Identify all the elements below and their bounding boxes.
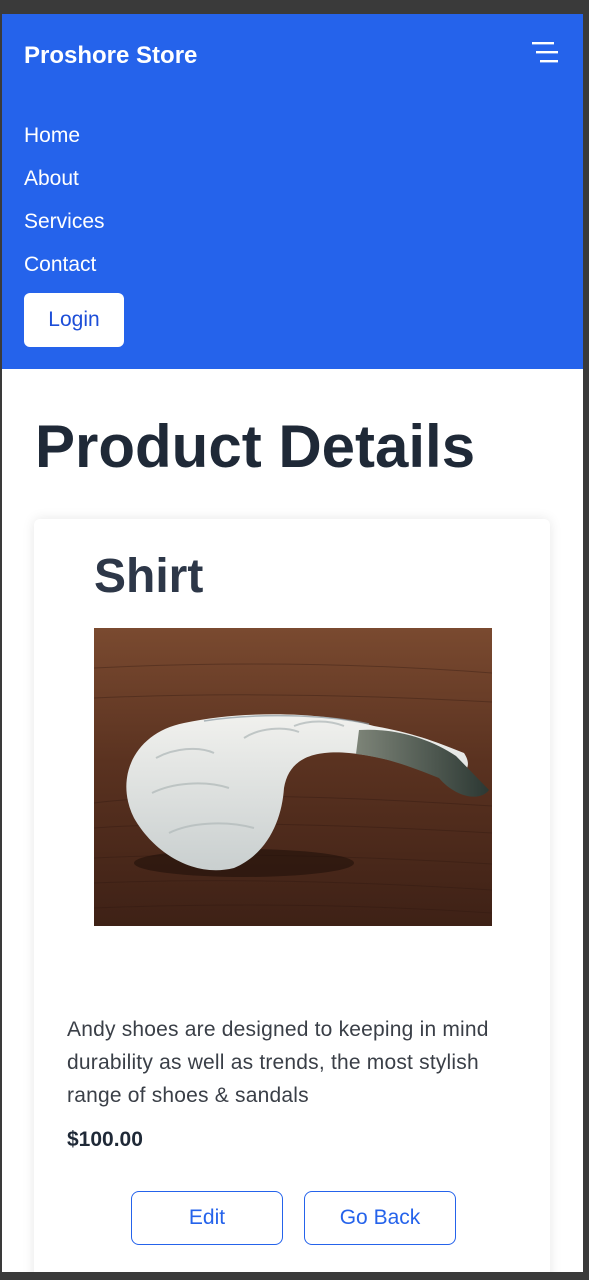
nav-link-about[interactable]: About [24,167,79,191]
product-card: Shirt Andy shoes are designed to keeping… [34,519,550,1272]
product-name: Shirt [94,550,204,603]
product-image [94,628,492,926]
login-button[interactable]: Login [24,293,124,347]
go-back-button[interactable]: Go Back [304,1191,456,1245]
edit-button[interactable]: Edit [131,1191,283,1245]
brand-logo[interactable]: Proshore Store [24,42,197,70]
hamburger-menu-icon[interactable] [530,42,558,64]
browser-viewport: Proshore Store Home About Services Conta… [2,14,583,1272]
nav-link-contact[interactable]: Contact [24,253,96,277]
product-description: Andy shoes are designed to keeping in mi… [67,1018,489,1107]
navbar: Proshore Store Home About Services Conta… [2,14,583,369]
nav-link-services[interactable]: Services [24,210,105,234]
page-title: Product Details [35,413,476,480]
nav-link-home[interactable]: Home [24,124,80,148]
product-price: $100.00 [67,1128,143,1151]
